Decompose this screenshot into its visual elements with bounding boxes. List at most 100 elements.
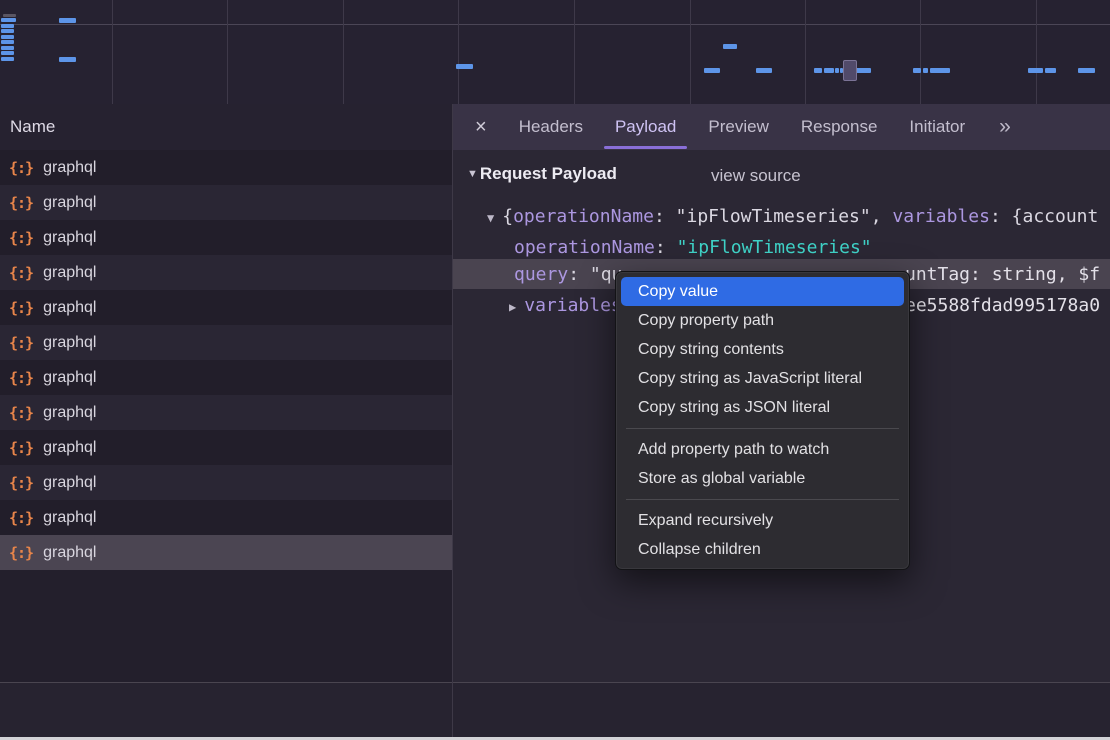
menu-item-copy-property-path[interactable]: Copy property path [616,306,909,335]
request-row[interactable]: {:}graphql [0,465,452,500]
menu-item-expand-recursively[interactable]: Expand recursively [616,506,909,535]
request-row[interactable]: {:}graphql [0,255,452,290]
menu-item-store-as-global-variable[interactable]: Store as global variable [616,464,909,493]
json-request-icon: {:} [9,369,33,387]
overview-vertical-gridline [690,0,691,104]
json-request-icon: {:} [9,194,33,212]
request-timing-bar [1,29,14,33]
request-row[interactable]: {:} graphql [0,290,452,325]
overview-vertical-gridline [574,0,575,104]
overview-vertical-gridline [227,0,228,104]
context-menu: Copy valueCopy property pathCopy string … [615,271,910,570]
query-row[interactable]: query: "qu [514,264,622,285]
overview-vertical-gridline [920,0,921,104]
request-name-label: graphql [43,299,96,317]
request-row[interactable]: {:}graphql [0,535,452,570]
request-timing-bar [913,68,921,73]
request-timing-bar [1,24,14,28]
payload-summary-row[interactable]: ▼ {operationName: "ipFlowTimeseries", var… [487,206,1098,227]
summary-expand-icon[interactable]: ▼ [487,211,494,225]
json-request-icon: {:} [9,159,33,177]
request-name-label: graphql [43,369,96,387]
menu-item-copy-string-as-javascript-literal[interactable]: Copy string as JavaScript literal [616,364,909,393]
request-payload-section-header[interactable]: ▼Request Payload [467,164,617,184]
request-timing-bar [1,57,14,61]
variables-expand-icon[interactable]: ▶ [509,300,516,314]
json-request-icon: {:} [9,299,33,317]
request-row[interactable]: {:}graphql [0,430,452,465]
tab-preview[interactable]: Preview [692,104,784,150]
network-overview-timeline[interactable] [0,0,1110,106]
request-list-pane: Name {:} graphql {:} graphql {:} graphql {:} gr… [0,104,452,682]
tab-headers[interactable]: Headers [503,104,599,150]
request-timing-bar [704,68,720,73]
request-timing-bar [59,57,76,62]
request-timing-bar [1028,68,1043,73]
devtools-network-panel: Name {:} graphql {:} graphql {:} graphql {:} gr… [0,0,1110,740]
payload-token: , [871,206,893,227]
payload-token: : {account [990,206,1098,227]
tab-response[interactable]: Response [785,104,894,150]
json-request-icon: {:} [9,404,33,422]
pane-divider[interactable] [452,104,453,737]
section-collapse-icon[interactable]: ▼ [467,168,478,180]
request-row[interactable]: {:} graphql [0,395,452,430]
request-row[interactable]: {:} graphql [0,150,452,185]
payload-token: "ipFlowTimeseries" [677,237,872,258]
overview-vertical-gridline [805,0,806,104]
payload-token: : [655,237,677,258]
json-request-icon: {:} [9,264,33,282]
request-row[interactable]: {:} graphql [0,500,452,535]
request-row[interactable]: {:}graphql [0,220,452,255]
column-header-name[interactable]: Name [0,104,452,150]
request-timing-bar [723,44,737,49]
menu-item-collapse-children[interactable]: Collapse children [616,535,909,564]
request-name-label: graphql [43,474,96,492]
overview-vertical-gridline [458,0,459,104]
request-name-label: graphql [43,544,96,562]
menu-item-copy-value[interactable]: Copy value [621,277,904,306]
close-icon[interactable]: × [453,116,503,139]
payload-token: operationName [514,237,655,258]
more-tabs-icon[interactable]: » [981,115,1019,139]
column-header-label: Name [10,117,55,136]
payload-token: "ipFlowTimeseries" [676,206,871,227]
payload-token: : [654,206,676,227]
request-name-label: graphql [43,509,96,527]
menu-separator [626,428,899,429]
request-name-label: graphql [43,194,96,212]
menu-separator [626,499,899,500]
request-timing-bar [756,68,772,73]
query-row-right-fragment: untTag: string, $f [905,264,1100,285]
variables-row[interactable]: ▶ variables [509,295,622,316]
request-timing-bar [855,68,871,73]
request-timing-bar [1,18,16,22]
request-row[interactable]: {:}graphql [0,325,452,360]
operation-name-row[interactable]: operationName: "ipFlowTimeseries" [514,237,872,258]
overview-vertical-gridline [112,0,113,104]
menu-item-add-property-path-to-watch[interactable]: Add property path to watch [616,435,909,464]
detail-tabbar: ×HeadersPayloadPreviewResponseInitiator» [453,104,1110,150]
payload-token: operationName [513,206,654,227]
request-timing-bar [456,64,473,69]
request-timing-bar [1,46,14,50]
request-timing-bar [1,35,14,39]
payload-token: variables [892,206,990,227]
payload-token: query [514,264,568,285]
tab-initiator[interactable]: Initiator [893,104,981,150]
view-source-link[interactable]: view source [711,166,801,186]
request-name-label: graphql [43,404,96,422]
json-request-icon: {:} [9,509,33,527]
payload-token: { [502,206,513,227]
tab-payload[interactable]: Payload [599,104,692,150]
request-timing-bar [930,68,950,73]
payload-token: variables [524,295,622,316]
menu-item-copy-string-contents[interactable]: Copy string contents [616,335,909,364]
menu-item-copy-string-as-json-literal[interactable]: Copy string as JSON literal [616,393,909,422]
request-name-label: graphql [43,159,96,177]
active-tab-underline [604,146,687,149]
request-row[interactable]: {:} graphql [0,185,452,220]
request-row[interactable]: {:} graphql [0,360,452,395]
request-timing-bar [824,68,834,73]
json-request-icon: {:} [9,229,33,247]
